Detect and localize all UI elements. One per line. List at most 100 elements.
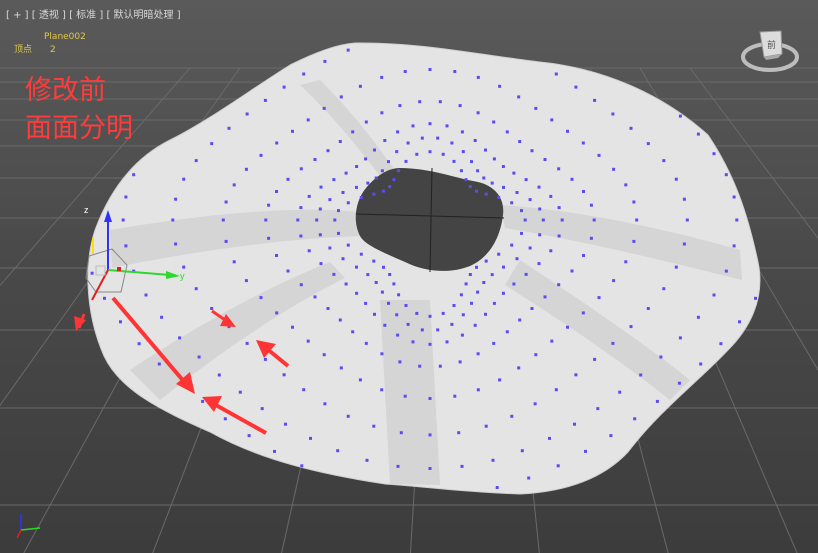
vertex[interactable]: [523, 218, 527, 222]
vertex[interactable]: [322, 353, 326, 357]
vertex[interactable]: [396, 333, 400, 337]
vertex[interactable]: [554, 388, 558, 392]
vertex[interactable]: [306, 339, 310, 343]
vertex[interactable]: [210, 307, 214, 310]
vertex[interactable]: [520, 231, 523, 235]
vertex[interactable]: [452, 304, 456, 307]
vertex[interactable]: [589, 236, 593, 240]
vertex[interactable]: [339, 95, 343, 99]
vertex[interactable]: [732, 195, 736, 199]
vertex[interactable]: [490, 273, 494, 277]
vertex[interactable]: [372, 192, 376, 196]
vertex[interactable]: [492, 120, 496, 124]
vertex[interactable]: [221, 218, 225, 222]
vertex[interactable]: [282, 373, 286, 377]
vertex[interactable]: [364, 301, 368, 305]
vertex[interactable]: [392, 282, 396, 286]
vertex[interactable]: [484, 312, 487, 316]
vertex[interactable]: [418, 364, 422, 368]
vertex[interactable]: [396, 464, 400, 468]
vertex[interactable]: [364, 341, 368, 345]
vertex[interactable]: [397, 293, 401, 297]
vertex[interactable]: [468, 185, 472, 189]
vertex[interactable]: [436, 136, 440, 140]
vertex[interactable]: [524, 272, 528, 276]
vertex[interactable]: [541, 218, 545, 222]
vertex[interactable]: [685, 218, 689, 222]
vertex[interactable]: [618, 390, 622, 394]
vertex[interactable]: [260, 407, 264, 411]
vertex[interactable]: [351, 330, 355, 334]
vertex[interactable]: [512, 171, 516, 175]
vertex[interactable]: [428, 397, 432, 400]
vertex[interactable]: [337, 231, 340, 235]
vertex[interactable]: [332, 272, 336, 276]
vertex[interactable]: [307, 194, 311, 198]
vertex[interactable]: [333, 218, 337, 222]
vertex[interactable]: [458, 360, 462, 364]
vertex[interactable]: [677, 381, 681, 385]
vertex[interactable]: [557, 283, 561, 287]
vertex[interactable]: [355, 265, 358, 269]
vertex[interactable]: [517, 366, 521, 370]
vertex[interactable]: [460, 333, 464, 337]
vertex[interactable]: [286, 177, 290, 181]
vertex[interactable]: [338, 140, 342, 143]
vertex[interactable]: [302, 72, 306, 76]
vertex[interactable]: [724, 269, 728, 273]
vertex[interactable]: [460, 464, 464, 468]
vertex[interactable]: [624, 260, 628, 264]
vertex[interactable]: [611, 341, 615, 345]
vertex[interactable]: [589, 203, 593, 207]
vertex[interactable]: [612, 167, 616, 171]
vertex[interactable]: [238, 390, 242, 394]
vertex[interactable]: [326, 307, 330, 310]
vertex[interactable]: [337, 209, 340, 213]
vertex[interactable]: [490, 181, 494, 185]
viewport-perspective[interactable]: z y 前 [ + ] [ 透视 ] [ 标准 ] [ 默认明暗处理 ] Pla…: [0, 0, 818, 553]
vertex[interactable]: [476, 111, 480, 115]
vertex[interactable]: [273, 449, 276, 453]
vertex[interactable]: [475, 265, 478, 269]
vertex[interactable]: [501, 165, 505, 168]
vertex[interactable]: [344, 171, 348, 175]
viewport-plus-menu[interactable]: [ + ]: [6, 10, 29, 21]
vertex[interactable]: [754, 296, 757, 300]
vertex[interactable]: [566, 129, 569, 133]
vertex[interactable]: [194, 159, 198, 163]
vertex[interactable]: [492, 157, 496, 161]
vertex[interactable]: [646, 142, 650, 146]
vertex[interactable]: [678, 336, 682, 340]
vertex[interactable]: [524, 178, 528, 182]
vertex[interactable]: [178, 336, 182, 340]
vertex[interactable]: [502, 265, 505, 269]
vertex[interactable]: [484, 424, 488, 428]
vertex[interactable]: [309, 436, 312, 440]
vertex[interactable]: [232, 260, 236, 264]
vertex[interactable]: [560, 218, 564, 222]
vertex[interactable]: [582, 254, 585, 257]
vertex[interactable]: [517, 95, 521, 99]
vertex[interactable]: [530, 149, 534, 153]
vertex[interactable]: [428, 342, 432, 346]
vertex[interactable]: [418, 100, 422, 104]
vertex[interactable]: [244, 279, 248, 283]
vertex[interactable]: [528, 198, 532, 202]
vertex[interactable]: [359, 252, 363, 256]
vertex[interactable]: [373, 312, 376, 316]
vertex[interactable]: [267, 236, 271, 240]
vertex[interactable]: [387, 160, 390, 164]
vertex[interactable]: [584, 449, 587, 453]
vertex[interactable]: [224, 239, 228, 243]
vertex[interactable]: [476, 388, 480, 392]
vertex[interactable]: [174, 242, 178, 246]
vertex[interactable]: [380, 388, 384, 392]
vertex[interactable]: [581, 141, 585, 145]
vertex[interactable]: [438, 100, 442, 104]
vertex[interactable]: [505, 130, 509, 134]
vertex[interactable]: [484, 192, 488, 196]
vertex[interactable]: [300, 464, 304, 468]
vertex[interactable]: [171, 218, 175, 222]
vertex[interactable]: [550, 339, 554, 343]
vertex[interactable]: [318, 207, 322, 211]
